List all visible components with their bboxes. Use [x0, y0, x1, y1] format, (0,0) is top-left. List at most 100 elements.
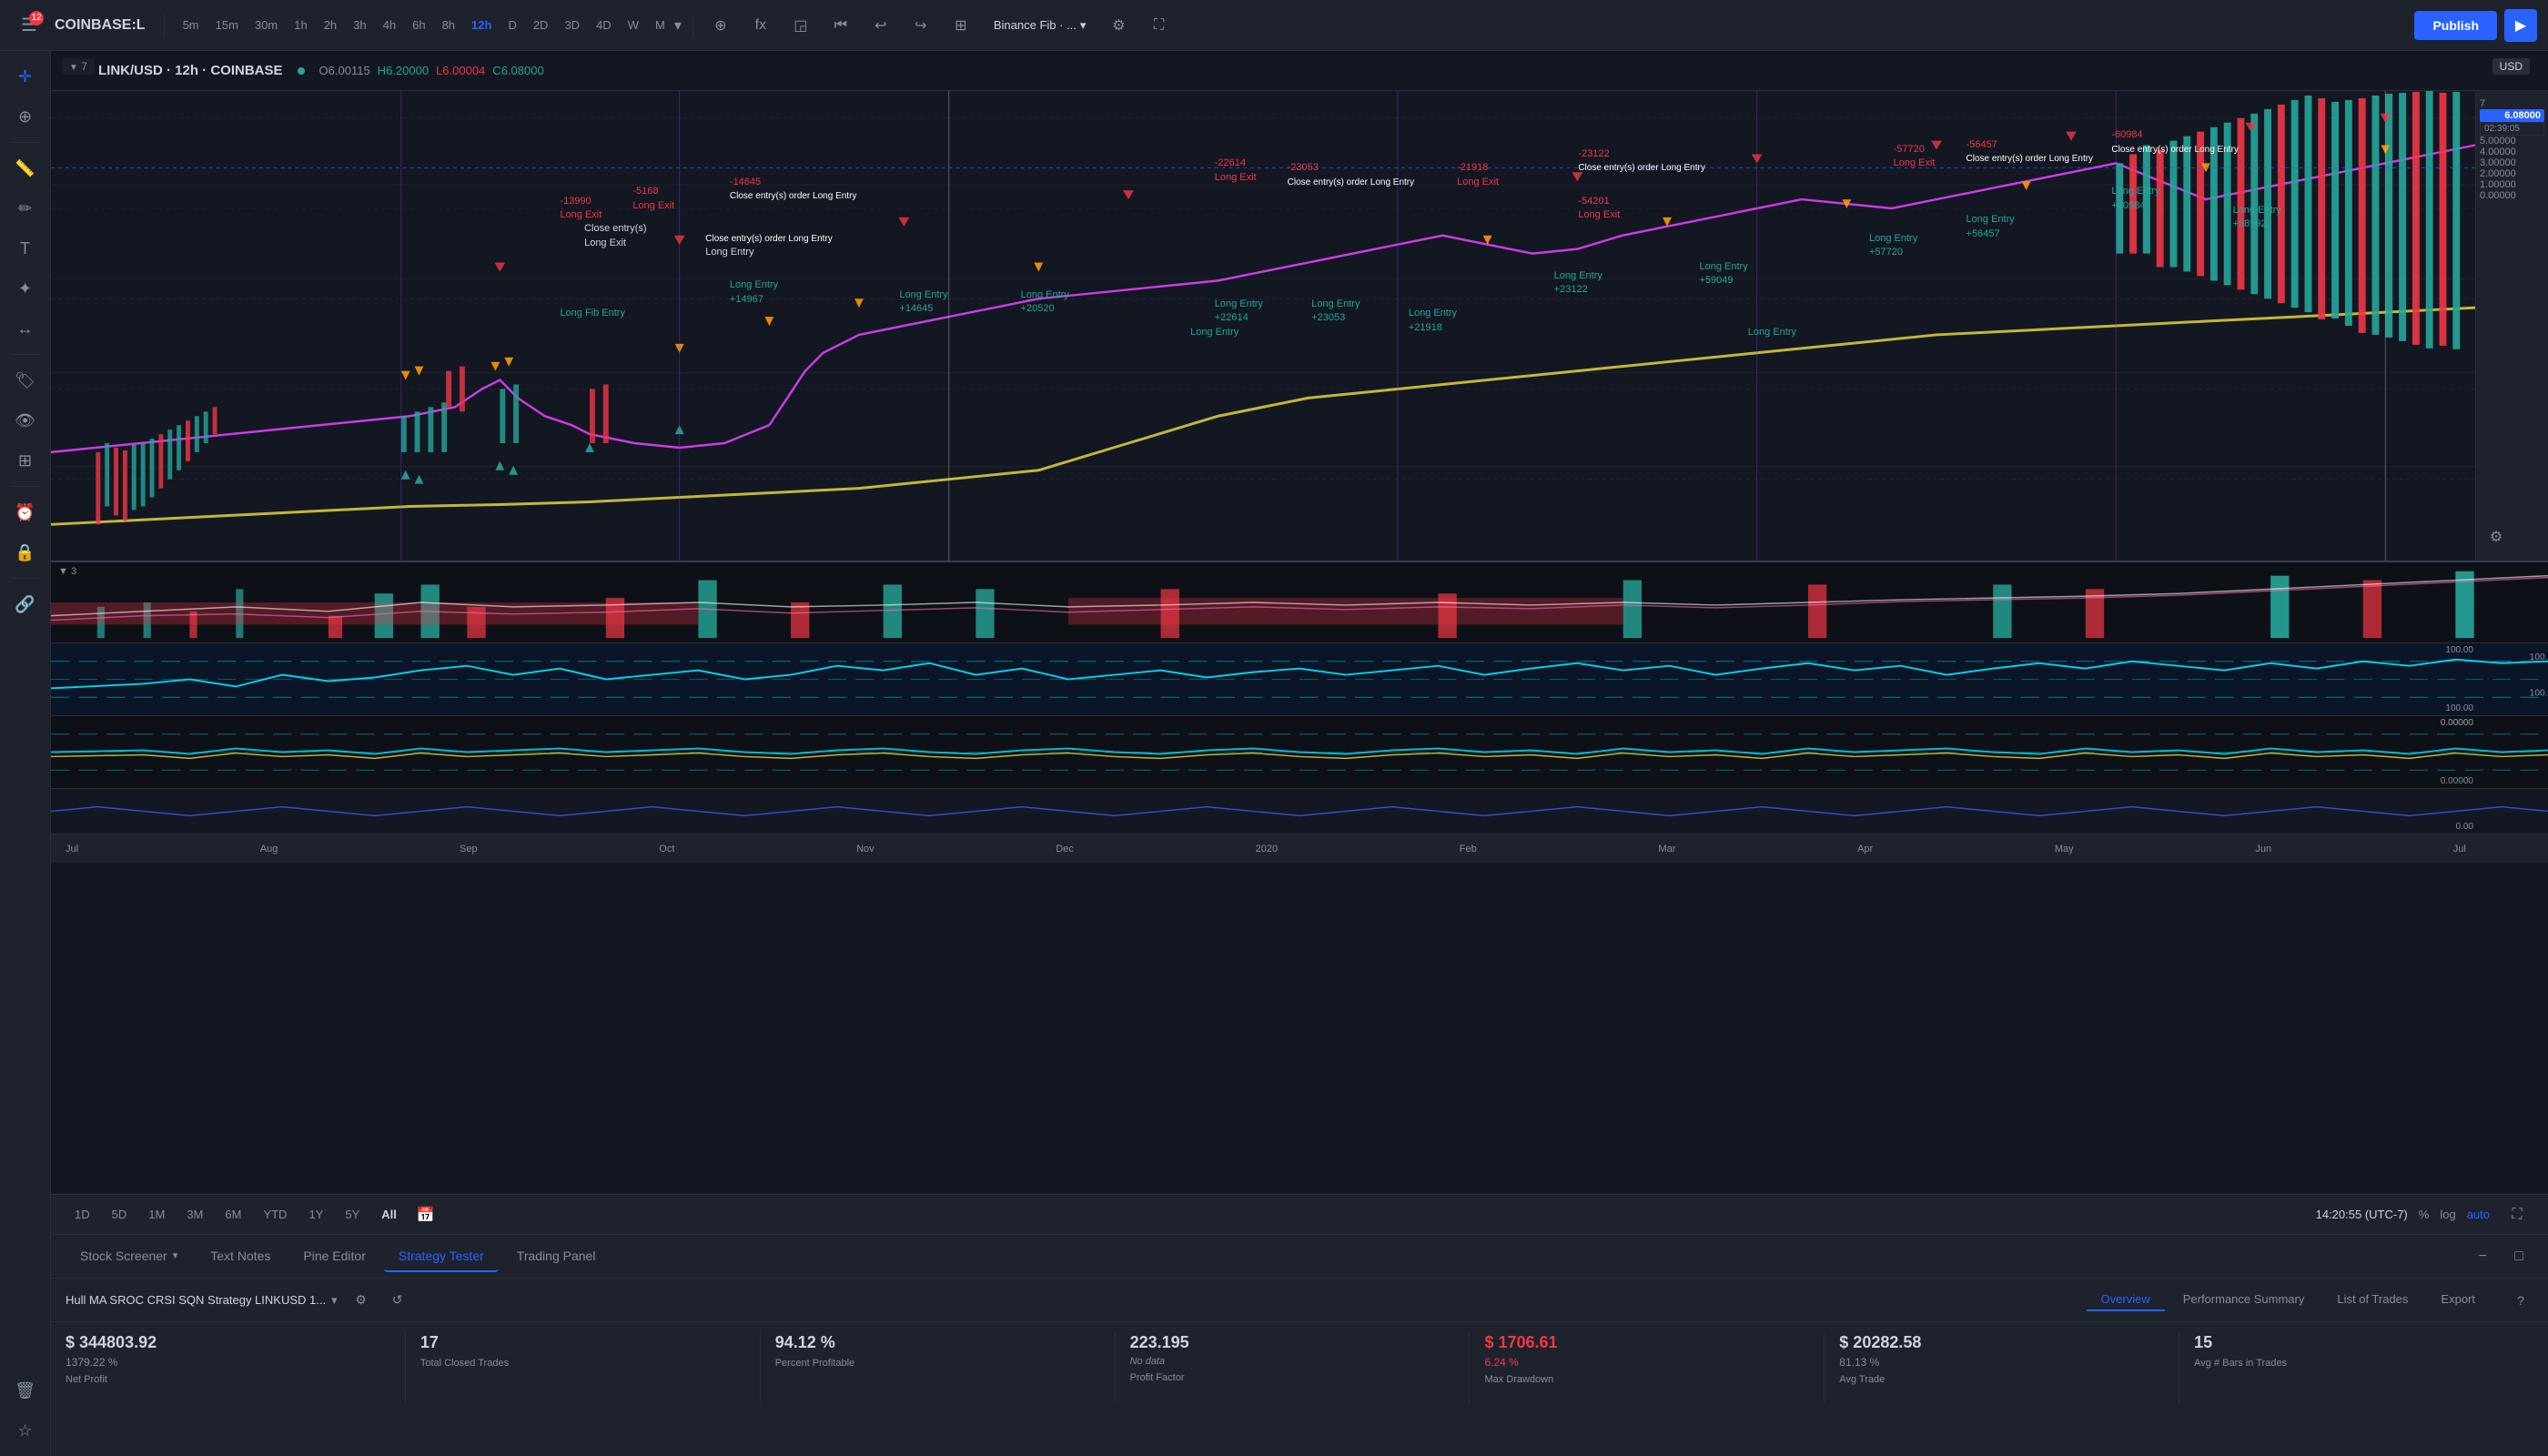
range-btn-3M[interactable]: 3M [177, 1204, 212, 1225]
ind-1-svg [51, 562, 2548, 642]
strategy-settings-btn[interactable]: ⚙ [349, 1288, 374, 1313]
timeframe-btn-3D[interactable]: 3D [557, 15, 587, 35]
sidebar-lock[interactable]: 🔒 [7, 534, 44, 571]
long-entry-bare-2: Long Entry [1748, 326, 1796, 339]
ind-2-scale-top: 100.00 [2445, 645, 2473, 655]
timeframe-btn-12h[interactable]: 12h [464, 15, 499, 35]
sidebar-crosshair[interactable]: ⊕ [7, 98, 44, 135]
play-button[interactable]: ▶ [2504, 9, 2537, 42]
metric-1: 17Total Closed Trades [420, 1333, 761, 1402]
metric-value-3: 223.195 [1130, 1333, 1455, 1352]
undo-btn[interactable]: ↩ [864, 9, 897, 42]
binance-fib-btn[interactable]: Binance Fib · ... ▾ [985, 15, 1096, 36]
menu-badge: 12 [29, 11, 44, 25]
range-auto[interactable]: auto [2467, 1208, 2490, 1221]
metric-label-4: Max Drawdown [1484, 1374, 1809, 1385]
timeframe-btn-5m[interactable]: 5m [176, 15, 207, 35]
pair-label: LINK/USD · 12h · COINBASE [98, 63, 283, 78]
indicator-panel-2: 100.00 100.00 100.00 100.00 [51, 642, 2548, 715]
range-btn-5Y[interactable]: 5Y [336, 1204, 369, 1225]
settings-btn[interactable]: ⚙ [1102, 9, 1135, 42]
annotation-56457: -56457Close entry(s) order Long Entry [1967, 138, 2094, 167]
strategy-reload-btn[interactable]: ↺ [385, 1288, 410, 1313]
ind-3-scale-bot: 0.00000 [2441, 776, 2473, 786]
price-7: 7 [2480, 98, 2544, 109]
price-0: 0.00000 [2480, 190, 2544, 201]
symbol-label[interactable]: COINBASE:L [55, 17, 146, 34]
redo-btn[interactable]: ↪ [905, 9, 937, 42]
indicator-count-7[interactable]: ▼ 7 [62, 58, 95, 75]
strategy-metrics: $ 344803.921379.22 %Net Profit17Total Cl… [51, 1322, 2548, 1413]
menu-button[interactable]: ☰ 12 [11, 7, 47, 44]
range-calendar-btn[interactable]: 📅 [410, 1198, 442, 1231]
timeframe-btn-8h[interactable]: 8h [435, 15, 462, 35]
strategy-tab-overview[interactable]: Overview [2087, 1289, 2165, 1311]
sidebar-eye[interactable]: 👁 [7, 402, 44, 439]
range-log[interactable]: log [2440, 1208, 2455, 1221]
timeframe-btn-D[interactable]: D [500, 15, 523, 35]
annotation-22614: -22614Long Exit [1215, 157, 1257, 185]
sidebar-pencil[interactable]: ✏ [7, 190, 44, 227]
alerts-btn[interactable]: ◲ [784, 9, 817, 42]
layout-btn[interactable]: ⊞ [945, 9, 977, 42]
range-btn-5D[interactable]: 5D [103, 1204, 136, 1225]
sidebar-link[interactable]: 🔗 [7, 586, 44, 622]
strategy-tab-performance-summary[interactable]: Performance Summary [2169, 1289, 2320, 1311]
sidebar-ruler[interactable]: 📏 [7, 150, 44, 187]
range-btn-All[interactable]: All [372, 1204, 406, 1225]
timeframe-btn-4h[interactable]: 4h [376, 15, 403, 35]
time-range-toolbar: 1D5D1M3M6MYTD1Y5YAll 📅 14:20:55 (UTC-7) … [51, 1194, 2548, 1234]
range-expand-btn[interactable]: ⛶ [2501, 1198, 2533, 1231]
fullscreen-btn[interactable]: ⛶ [1142, 9, 1175, 42]
timeframe-btn-6h[interactable]: 6h [405, 15, 432, 35]
strategy-tab-list-of-trades[interactable]: List of Trades [2322, 1289, 2422, 1311]
tab-pine-editor[interactable]: Pine Editor [288, 1241, 379, 1272]
sidebar-divider-4 [11, 578, 40, 579]
tab-maximize-btn[interactable]: □ [2504, 1242, 2533, 1271]
timeframe-btn-2D[interactable]: 2D [526, 15, 556, 35]
range-percent[interactable]: % [2419, 1208, 2430, 1221]
tab-text-notes[interactable]: Text Notes [196, 1241, 285, 1272]
range-buttons: 1D5D1M3M6MYTD1Y5YAll [66, 1204, 406, 1225]
timeframe-dropdown[interactable]: ▾ [674, 16, 682, 35]
range-btn-1M[interactable]: 1M [139, 1204, 174, 1225]
timeframe-btn-1h[interactable]: 1h [287, 15, 314, 35]
sidebar-text[interactable]: T [7, 230, 44, 267]
strategy-help-btn[interactable]: ? [2508, 1288, 2533, 1313]
strategy-name-display: Hull MA SROC CRSI SQN Strategy LINKUSD 1… [66, 1293, 338, 1308]
sidebar-trash[interactable]: 🗑 [7, 1372, 44, 1409]
sidebar-shapes[interactable]: ✦ [7, 270, 44, 307]
range-btn-YTD[interactable]: YTD [254, 1204, 296, 1225]
range-btn-1Y[interactable]: 1Y [299, 1204, 332, 1225]
sidebar-cursor[interactable]: ✛ [7, 58, 44, 95]
indicators-btn[interactable]: fx [744, 9, 777, 42]
sidebar-measure[interactable]: ↔ [7, 310, 44, 347]
long-fib-entry: Long Fib Entry [560, 307, 625, 320]
sidebar-star[interactable]: ☆ [7, 1412, 44, 1449]
sidebar-layers[interactable]: ⊞ [7, 442, 44, 479]
timeframe-btn-M[interactable]: M [648, 15, 672, 35]
timeframe-btn-30m[interactable]: 30m [248, 15, 285, 35]
chart-canvas[interactable]: -21918Long Exit -23122Close entry(s) ord… [51, 91, 2548, 561]
price-scale-settings[interactable]: ⚙ [2480, 521, 2513, 553]
metric-5: $ 20282.5881.13 %Avg Trade [1839, 1333, 2179, 1402]
timeframe-btn-3h[interactable]: 3h [346, 15, 373, 35]
long-entry-23053: Long Entry+23053 [1311, 298, 1360, 326]
sidebar-alert[interactable]: ⏰ [7, 494, 44, 531]
timeframe-btn-W[interactable]: W [621, 15, 646, 35]
timeframe-btn-2h[interactable]: 2h [317, 15, 344, 35]
tab-minimize-btn[interactable]: − [2468, 1242, 2497, 1271]
publish-button[interactable]: Publish [2414, 11, 2497, 40]
timeframe-btn-4D[interactable]: 4D [589, 15, 619, 35]
range-btn-1D[interactable]: 1D [66, 1204, 99, 1225]
sidebar-tag[interactable]: 🏷 [7, 362, 44, 399]
binance-fib-label: Binance Fib · ... [994, 18, 1077, 32]
tab-strategy-tester[interactable]: Strategy Tester [384, 1241, 499, 1272]
tab-stock-screener[interactable]: Stock Screener ▾ [66, 1241, 192, 1272]
crosshair-btn[interactable]: ⊕ [704, 9, 737, 42]
strategy-tab-export[interactable]: Export [2426, 1289, 2490, 1311]
bar-replay-btn[interactable]: ⏮ [824, 9, 857, 42]
tab-trading-panel[interactable]: Trading Panel [502, 1241, 611, 1272]
timeframe-btn-15m[interactable]: 15m [208, 15, 246, 35]
range-btn-6M[interactable]: 6M [216, 1204, 250, 1225]
